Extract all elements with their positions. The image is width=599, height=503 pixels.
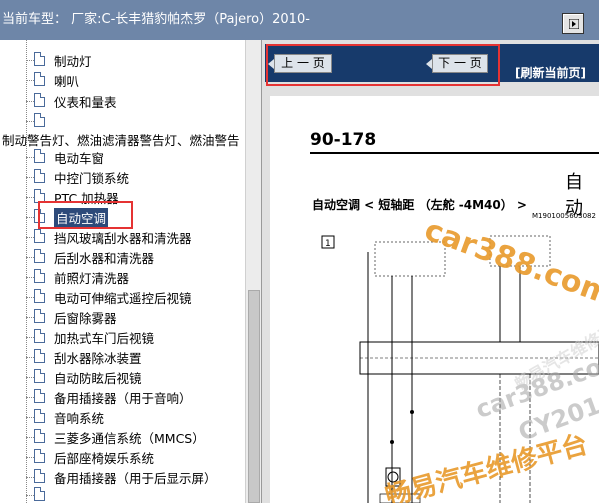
diagram-title: 自动空调 < 短轴距 （左舵 -4M40） >	[312, 198, 527, 212]
svg-text:1: 1	[325, 239, 331, 249]
highlight-box-navigation	[266, 44, 500, 86]
document-icon	[34, 229, 45, 243]
document-viewer: 上 一 页 下 一 页 [刷新当前页] 90-178 自动 自动空调 < 短轴距…	[262, 40, 599, 503]
scrollbar-thumb[interactable]	[248, 290, 260, 503]
diagram-code: M1901005603082	[532, 212, 596, 220]
document-icon	[34, 487, 45, 501]
document-icon	[34, 269, 45, 283]
highlight-box-selected-item	[38, 201, 133, 229]
document-icon	[34, 389, 45, 403]
document-icon	[34, 113, 45, 127]
navigation-tree-panel: 制动灯 喇叭 仪表和量表 制动警告灯、燃油滤清器警告灯、燃油警告 电动车窗 中控…	[0, 40, 262, 503]
refresh-page-link[interactable]: [刷新当前页]	[515, 64, 586, 81]
document-icon	[34, 449, 45, 463]
document-icon	[34, 249, 45, 263]
document-icon	[34, 309, 45, 323]
document-icon	[34, 52, 45, 66]
panel-toggle-button[interactable]	[562, 13, 584, 34]
document-icon	[34, 289, 45, 303]
document-icon	[34, 329, 45, 343]
current-vehicle-title: 当前车型： 厂家:C-长丰猎豹帕杰罗（Pajero）2010-	[2, 12, 310, 27]
tree-guide-line	[26, 40, 27, 503]
document-icon	[34, 409, 45, 423]
document-icon	[34, 149, 45, 163]
panel-toggle-icon	[569, 19, 579, 29]
page-divider	[310, 152, 599, 154]
document-icon	[34, 169, 45, 183]
document-icon	[34, 72, 45, 86]
document-icon	[34, 349, 45, 363]
tree-group-label[interactable]: 制动警告灯、燃油滤清器警告灯、燃油警告	[2, 130, 240, 149]
document-icon	[34, 93, 45, 107]
tree-scrollbar[interactable]	[245, 40, 261, 503]
title-bar: 当前车型： 厂家:C-长丰猎豹帕杰罗（Pajero）2010-	[0, 0, 599, 40]
document-icon	[34, 369, 45, 383]
page-number: 90-178	[310, 130, 377, 150]
document-icon	[34, 429, 45, 443]
document-icon	[34, 469, 45, 483]
